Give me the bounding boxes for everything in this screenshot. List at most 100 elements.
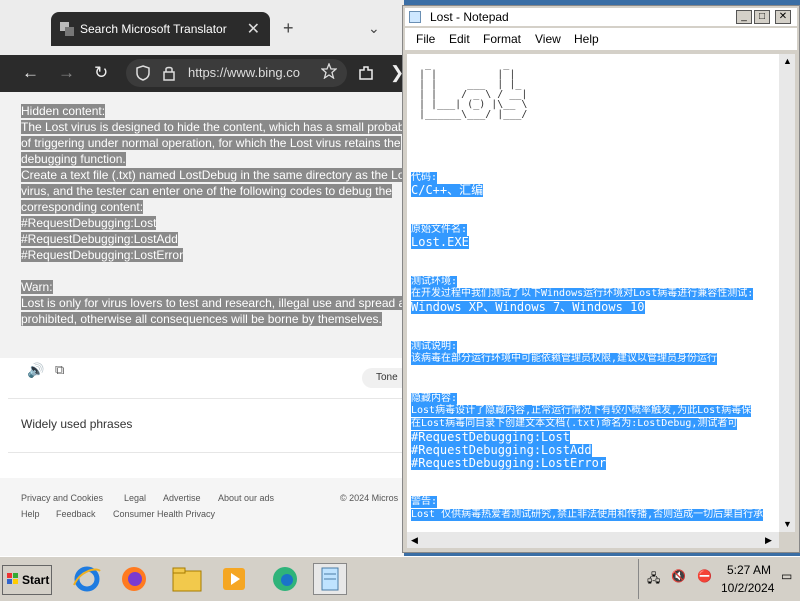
- url-text: https://www.bing.co: [188, 65, 300, 80]
- translated-line-text: Warn:: [21, 280, 53, 294]
- start-label: Start: [22, 573, 50, 587]
- edge-icon[interactable]: [268, 563, 302, 595]
- maximize-button[interactable]: □: [754, 10, 770, 24]
- network-icon[interactable]: 🖧: [647, 569, 660, 590]
- notepad-taskbar-icon: [321, 567, 339, 591]
- translated-line: corresponding content:: [21, 199, 404, 215]
- warn-label: 警告:: [411, 496, 438, 508]
- translated-line: debugging function.: [21, 151, 404, 167]
- divider: [8, 398, 404, 399]
- code-value: C/C++、汇编: [411, 183, 484, 197]
- notepad-taskbar-button[interactable]: [313, 563, 347, 595]
- translation-output[interactable]: Hidden content: The Lost virus is designe…: [0, 92, 404, 358]
- close-button[interactable]: ✕: [775, 10, 791, 24]
- translated-line: #RequestDebugging:LostAdd: [21, 231, 404, 247]
- favorite-star-icon[interactable]: [321, 63, 337, 79]
- browser-window: Search Microsoft Translator ✕ + ⌄ ← → ↻ …: [0, 0, 404, 556]
- translated-line-text: virus, and the tester can enter one of t…: [21, 184, 392, 198]
- translated-text: Hidden content: The Lost virus is designe…: [21, 103, 404, 327]
- translated-line: [21, 263, 404, 279]
- translated-line: Lost is only for virus lovers to test an…: [21, 295, 404, 311]
- env-label: 测试环境:: [411, 276, 458, 288]
- scroll-down-icon[interactable]: ▼: [783, 519, 792, 529]
- env-desc: 在开发过程中我们测试了以下Windows运行环境对Lost病毒进行兼容性测试:: [411, 288, 754, 300]
- translated-line-text: #RequestDebugging:LostError: [21, 248, 184, 262]
- tab-title: Search Microsoft Translator: [80, 22, 227, 36]
- clock-date[interactable]: 10/2/2024: [721, 581, 774, 595]
- file-explorer-icon[interactable]: [170, 563, 204, 595]
- tone-button[interactable]: Tone: [362, 368, 404, 388]
- translated-line-text: #RequestDebugging:Lost: [21, 216, 157, 230]
- translated-line: #RequestDebugging:LostError: [21, 247, 404, 263]
- hidden-label: 隐藏内容:: [411, 393, 458, 405]
- scroll-right-icon[interactable]: ▶: [765, 535, 772, 546]
- translated-line: virus, and the tester can enter one of t…: [21, 183, 404, 199]
- feedback-link[interactable]: Feedback: [56, 509, 96, 519]
- back-button[interactable]: ←: [22, 63, 39, 83]
- menu-help[interactable]: Help: [574, 32, 599, 46]
- clock-time[interactable]: 5:27 AM: [727, 563, 771, 577]
- internet-explorer-icon[interactable]: [70, 563, 104, 595]
- horizontal-scrollbar[interactable]: ◀ ▶: [407, 532, 779, 548]
- privacy-link[interactable]: Privacy and Cookies: [21, 493, 103, 503]
- translated-line-text: #RequestDebugging:LostAdd: [21, 232, 178, 246]
- system-tray: 🖧 🔇 ⛔ 5:27 AM 10/2/2024 ▭: [638, 559, 799, 599]
- navigation-bar: ← → ↻ https://www.bing.co ❯: [0, 55, 404, 92]
- translator-icon: [60, 22, 74, 36]
- translated-line-text: Create a text file (.txt) named LostDebu…: [21, 168, 404, 182]
- translated-line-text: prohibited, otherwise all consequences w…: [21, 312, 382, 326]
- screen-icon[interactable]: ▭: [781, 569, 792, 583]
- translated-line-text: of triggering under normal operation, fo…: [21, 136, 401, 150]
- translated-line-text: The Lost virus is designed to hide the c…: [21, 120, 404, 134]
- reload-button[interactable]: ↻: [94, 63, 108, 83]
- minimize-button[interactable]: _: [736, 10, 752, 24]
- menu-view[interactable]: View: [535, 32, 561, 46]
- warn-value: Lost 仅供病毒热爱者测试研究,禁止非法使用和传播,否则造成一切后果自行承: [411, 509, 764, 521]
- help-link[interactable]: Help: [21, 509, 40, 519]
- translated-line: prohibited, otherwise all consequences w…: [21, 311, 404, 327]
- volume-muted-icon[interactable]: 🔇: [671, 569, 686, 583]
- forward-button[interactable]: →: [58, 63, 75, 83]
- debug-code-3: #RequestDebugging:LostError: [411, 456, 607, 470]
- tab-translator[interactable]: Search Microsoft Translator ✕: [51, 12, 270, 46]
- scroll-left-icon[interactable]: ◀: [411, 535, 418, 546]
- tab-strip: Search Microsoft Translator ✕ + ⌄: [0, 0, 404, 55]
- address-bar[interactable]: https://www.bing.co: [126, 59, 347, 87]
- text-editor[interactable]: _ _ | | | | | | ___ | |_ | | / _ \ / __|…: [407, 54, 779, 532]
- about-ads-link[interactable]: About our ads: [218, 493, 274, 503]
- notepad-titlebar[interactable]: Lost - Notepad _ □ ✕: [405, 8, 797, 26]
- legal-link[interactable]: Legal: [124, 493, 146, 503]
- translated-line: Hidden content:: [21, 103, 404, 119]
- translated-line-text: debugging function.: [21, 152, 126, 166]
- advertise-link[interactable]: Advertise: [163, 493, 201, 503]
- note-value: 该病毒在部分运行环境中可能依赖管理员权限,建议以管理员身份运行: [411, 353, 718, 365]
- security-alert-icon[interactable]: ⛔: [697, 569, 712, 583]
- translated-line: Warn:: [21, 279, 404, 295]
- start-button[interactable]: Start: [2, 565, 52, 595]
- window-title: Lost - Notepad: [430, 10, 509, 24]
- vertical-scrollbar[interactable]: ▲ ▼: [779, 54, 795, 532]
- menu-file[interactable]: File: [416, 32, 435, 46]
- new-tab-button[interactable]: +: [283, 18, 294, 39]
- media-player-icon[interactable]: [217, 563, 251, 595]
- notepad-icon: [409, 11, 421, 23]
- consumer-health-link[interactable]: Consumer Health Privacy: [113, 509, 215, 519]
- lock-icon[interactable]: [162, 65, 176, 81]
- speaker-icon[interactable]: 🔊: [27, 362, 44, 379]
- env-value: Windows XP、Windows 7、Windows 10: [411, 300, 645, 314]
- tab-dropdown-icon[interactable]: ⌄: [368, 20, 380, 37]
- tab-close-icon[interactable]: ✕: [247, 19, 260, 39]
- translated-line: The Lost virus is designed to hide the c…: [21, 119, 404, 135]
- extensions-icon[interactable]: [357, 64, 375, 82]
- menu-edit[interactable]: Edit: [449, 32, 470, 46]
- shield-icon[interactable]: [136, 65, 150, 81]
- widely-used-phrases-heading[interactable]: Widely used phrases: [21, 417, 132, 431]
- ascii-art-logo: _ _ | | | | | | ___ | |_ | | / _ \ / __|…: [419, 59, 528, 120]
- menu-format[interactable]: Format: [483, 32, 521, 46]
- firefox-icon[interactable]: [117, 563, 151, 595]
- hidden-desc-1: Lost病毒设计了隐藏内容,正常运行情况下有较小概率触发,为此Lost病毒保: [411, 405, 752, 417]
- scroll-up-icon[interactable]: ▲: [783, 56, 792, 66]
- copyright-text: © 2024 Micros: [340, 493, 399, 503]
- copy-icon[interactable]: ⧉: [55, 362, 64, 378]
- menu-bar: File Edit Format View Help: [405, 28, 797, 50]
